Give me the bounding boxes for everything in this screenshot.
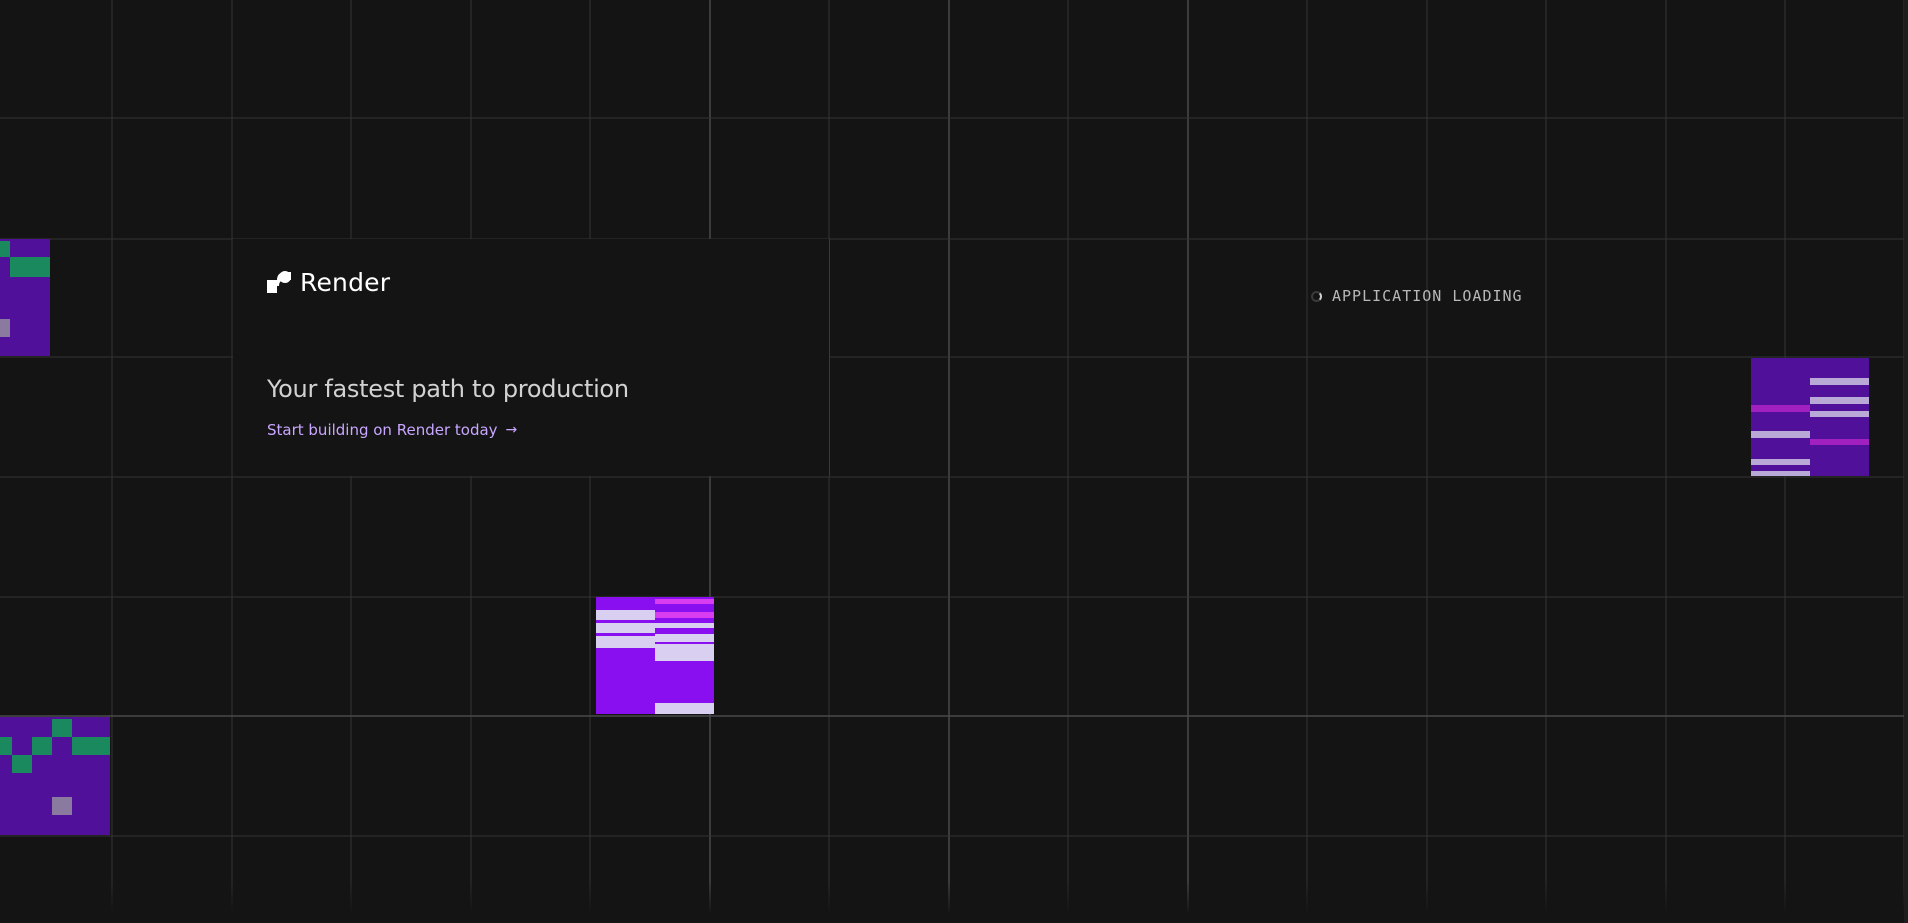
pixel	[10, 257, 30, 277]
pixel	[1751, 459, 1810, 465]
pixel-art-block-left-top	[0, 239, 50, 356]
pixel	[12, 755, 32, 773]
pixel	[655, 634, 714, 661]
pixel-art-block-right	[1751, 358, 1869, 476]
window-edge	[1904, 0, 1908, 923]
app-stage: Render Your fastest path to production S…	[0, 0, 1908, 923]
pixel	[52, 797, 72, 815]
cta-label: Start building on Render today	[267, 421, 498, 439]
pixel	[30, 257, 50, 277]
pixel	[32, 737, 52, 755]
status-text: APPLICATION LOADING	[1332, 287, 1523, 305]
render-logo-icon	[267, 270, 291, 293]
promo-card: Render Your fastest path to production S…	[233, 239, 830, 476]
pixel	[1751, 431, 1810, 438]
pixel	[1810, 397, 1869, 404]
pixel	[72, 737, 92, 755]
pixel	[596, 610, 655, 620]
bottom-fade-overlay	[0, 880, 1908, 923]
pixel	[655, 612, 714, 618]
brand-name: Render	[300, 268, 391, 297]
pixel	[596, 636, 655, 648]
pixel	[655, 623, 714, 628]
pixel	[655, 599, 714, 604]
loading-spinner-icon	[1311, 290, 1322, 302]
pixel	[1751, 471, 1810, 476]
pixel	[1810, 378, 1869, 385]
pixel	[0, 319, 10, 337]
pixel	[1751, 405, 1810, 412]
pixel	[1810, 439, 1869, 445]
pixel-art-block-center	[596, 597, 714, 714]
pixel	[655, 642, 714, 644]
pixel	[596, 623, 655, 633]
loading-status: APPLICATION LOADING	[1311, 287, 1523, 305]
pixel	[655, 703, 714, 714]
promo-headline: Your fastest path to production	[267, 375, 629, 403]
pixel	[0, 737, 12, 755]
pixel	[0, 241, 10, 257]
pixel-art-block-left-bottom	[0, 717, 110, 835]
brand-logo[interactable]: Render	[267, 268, 390, 297]
pixel	[1810, 411, 1869, 417]
start-building-link[interactable]: Start building on Render today →	[267, 421, 517, 439]
pixel	[52, 719, 72, 737]
arrow-right-icon: →	[505, 422, 518, 438]
pixel	[92, 737, 110, 755]
